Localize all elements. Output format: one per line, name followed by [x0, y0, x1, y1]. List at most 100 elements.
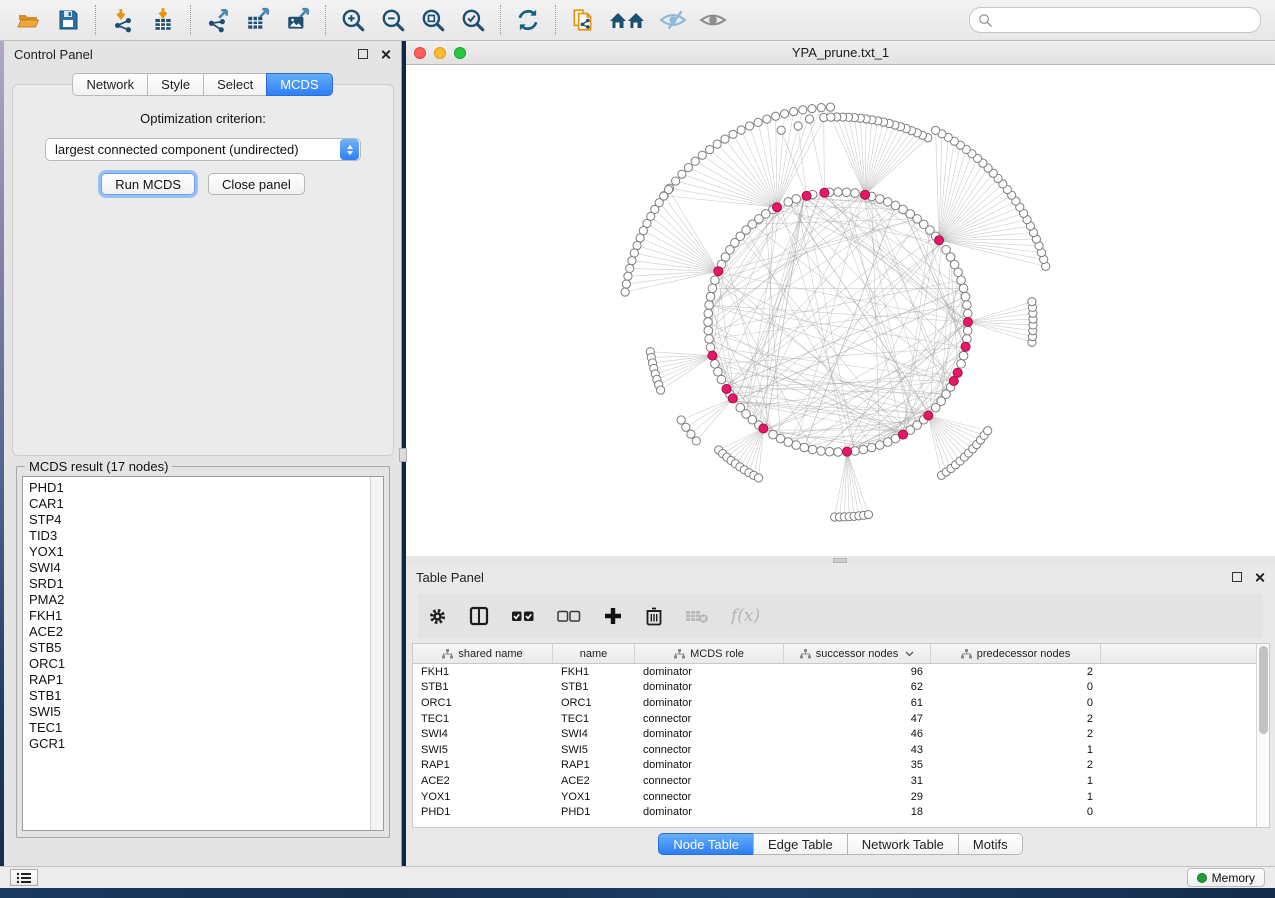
mcds-list-scrollbar[interactable] — [370, 477, 383, 830]
table-row[interactable]: TEC1TEC1connector472 — [413, 711, 1256, 727]
float-panel-icon[interactable] — [358, 49, 368, 59]
network-node[interactable] — [963, 301, 972, 310]
column-panel-icon[interactable] — [469, 606, 489, 626]
network-leaf-node[interactable] — [745, 122, 753, 130]
network-node[interactable] — [959, 284, 968, 293]
column-header-predecessor-nodes[interactable]: predecessor nodes — [931, 644, 1101, 663]
float-table-panel-icon[interactable] — [1232, 572, 1242, 582]
network-leaf-node[interactable] — [864, 510, 872, 518]
network-node[interactable] — [717, 375, 726, 384]
network-leaf-node[interactable] — [794, 122, 802, 130]
network-leaf-node[interactable] — [633, 241, 641, 249]
network-node[interactable] — [834, 188, 843, 197]
network-node[interactable] — [800, 443, 809, 452]
network-leaf-node[interactable] — [984, 427, 992, 435]
network-leaf-node[interactable] — [754, 474, 762, 482]
network-dominator-node[interactable] — [935, 236, 944, 245]
mcds-result-item[interactable]: SWI4 — [29, 560, 370, 576]
network-dominator-node[interactable] — [964, 318, 973, 327]
network-dominator-node[interactable] — [708, 351, 717, 360]
zoom-out-icon[interactable] — [376, 4, 410, 36]
network-node[interactable] — [859, 445, 868, 454]
network-node[interactable] — [784, 198, 793, 207]
mcds-result-item[interactable]: STB1 — [29, 688, 370, 704]
network-leaf-node[interactable] — [808, 104, 816, 112]
tab-edge-table[interactable]: Edge Table — [753, 833, 847, 855]
column-header-name[interactable]: name — [553, 644, 635, 663]
network-leaf-node[interactable] — [772, 112, 780, 120]
network-dominator-node[interactable] — [772, 203, 781, 212]
network-dominator-node[interactable] — [820, 188, 829, 197]
table-row[interactable]: RAP1RAP1dominator352 — [413, 758, 1256, 774]
network-dominator-node[interactable] — [722, 384, 731, 393]
tab-style[interactable]: Style — [147, 73, 203, 96]
mcds-result-item[interactable]: CAR1 — [29, 496, 370, 512]
first-neighbors-icon[interactable] — [606, 4, 650, 36]
network-node[interactable] — [705, 335, 714, 344]
network-dominator-node[interactable] — [899, 430, 908, 439]
network-leaf-node[interactable] — [691, 157, 699, 165]
network-node[interactable] — [842, 188, 851, 197]
network-leaf-node[interactable] — [777, 126, 785, 134]
table-scrollbar-thumb[interactable] — [1259, 646, 1268, 734]
network-leaf-node[interactable] — [628, 257, 636, 265]
horizontal-splitter[interactable] — [406, 556, 1275, 564]
tab-motifs[interactable]: Motifs — [958, 833, 1023, 855]
table-row[interactable]: STB1STB1dominator620 — [413, 680, 1256, 696]
network-leaf-node[interactable] — [706, 145, 714, 153]
network-leaf-node[interactable] — [684, 163, 692, 171]
network-node[interactable] — [784, 438, 793, 447]
table-row[interactable]: ORC1ORC1dominator610 — [413, 695, 1256, 711]
network-dominator-node[interactable] — [802, 191, 811, 200]
network-node[interactable] — [708, 284, 717, 293]
network-node[interactable] — [957, 359, 966, 368]
network-dominator-node[interactable] — [861, 190, 870, 199]
network-leaf-node[interactable] — [624, 272, 632, 280]
network-leaf-node[interactable] — [763, 115, 771, 123]
save-session-icon[interactable] — [51, 4, 85, 36]
search-box[interactable] — [969, 7, 1261, 33]
zoom-fit-icon[interactable] — [416, 4, 450, 36]
network-leaf-node[interactable] — [621, 288, 629, 296]
network-node[interactable] — [704, 326, 713, 335]
mcds-result-list[interactable]: PHD1CAR1STP4TID3YOX1SWI4SRD1PMA2FKH1ACE2… — [22, 476, 384, 831]
network-node[interactable] — [963, 326, 972, 335]
network-leaf-node[interactable] — [672, 177, 680, 185]
network-node[interactable] — [875, 195, 884, 204]
network-leaf-node[interactable] — [698, 151, 706, 159]
open-file-icon[interactable] — [11, 4, 45, 36]
network-leaf-node[interactable] — [630, 249, 638, 257]
network-dominator-node[interactable] — [843, 447, 852, 456]
export-network-icon[interactable] — [201, 4, 235, 36]
network-node[interactable] — [817, 447, 826, 456]
network-canvas[interactable] — [406, 65, 1275, 556]
table-settings-icon[interactable] — [428, 607, 447, 626]
mcds-result-item[interactable]: TID3 — [29, 528, 370, 544]
network-dominator-node[interactable] — [759, 424, 768, 433]
network-node[interactable] — [942, 245, 951, 254]
network-leaf-node[interactable] — [737, 126, 745, 134]
zoom-in-icon[interactable] — [336, 4, 370, 36]
network-leaf-node[interactable] — [799, 106, 807, 114]
refresh-icon[interactable] — [511, 4, 545, 36]
close-table-panel-icon[interactable] — [1254, 572, 1265, 583]
mcds-result-item[interactable]: STP4 — [29, 512, 370, 528]
network-leaf-node[interactable] — [754, 118, 762, 126]
mcds-result-item[interactable]: ACE2 — [29, 624, 370, 640]
mcds-result-item[interactable]: SWI5 — [29, 704, 370, 720]
close-panel-icon[interactable] — [380, 49, 391, 60]
network-dominator-node[interactable] — [949, 377, 958, 386]
mcds-result-item[interactable]: STB5 — [29, 640, 370, 656]
network-leaf-node[interactable] — [817, 104, 825, 112]
table-row[interactable]: PHD1PHD1dominator180 — [413, 804, 1256, 820]
mcds-result-item[interactable]: ORC1 — [29, 656, 370, 672]
network-node[interactable] — [851, 189, 860, 198]
network-leaf-node[interactable] — [682, 423, 690, 431]
run-mcds-button[interactable]: Run MCDS — [101, 173, 195, 195]
export-table-icon[interactable] — [241, 4, 275, 36]
network-node[interactable] — [808, 445, 817, 454]
table-row[interactable]: YOX1YOX1connector291 — [413, 789, 1256, 805]
table-row[interactable]: SWI5SWI5connector431 — [413, 742, 1256, 758]
network-node[interactable] — [706, 292, 715, 301]
memory-button[interactable]: Memory — [1187, 868, 1265, 887]
